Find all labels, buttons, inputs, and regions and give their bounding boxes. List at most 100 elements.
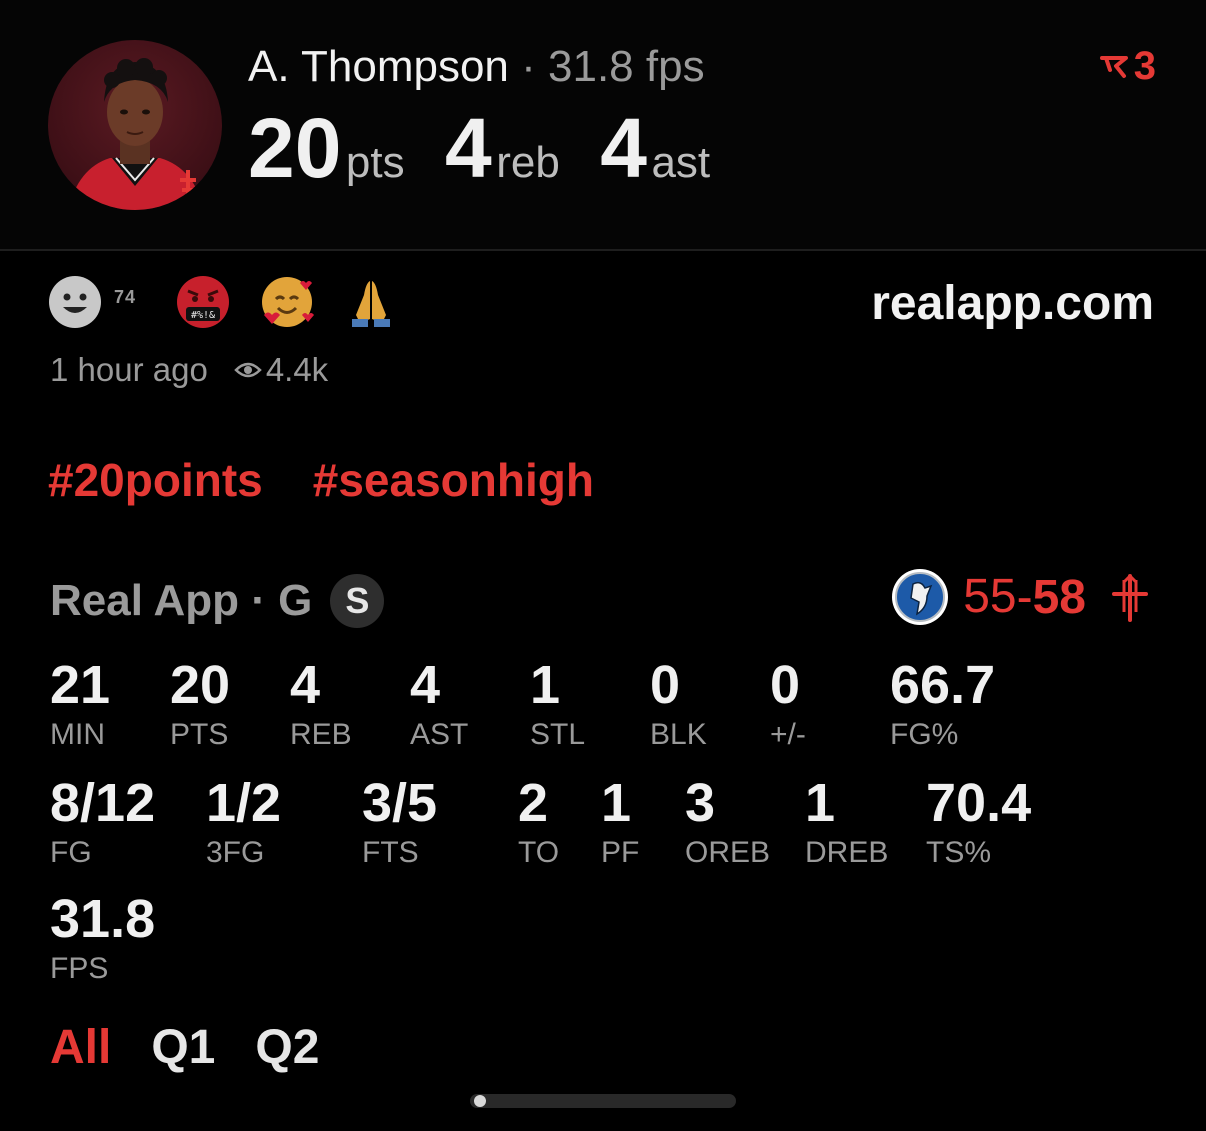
s-badge: S <box>330 574 385 628</box>
stat-label: FTS <box>362 836 419 869</box>
player-photo <box>68 58 204 210</box>
reb-unit: reb <box>496 138 560 187</box>
home-score: 58 <box>1032 570 1086 624</box>
stat-min: 21 MIN <box>50 656 110 752</box>
quarter-tabs: All Q1 Q2 <box>50 1020 319 1076</box>
tab-q1[interactable]: Q1 <box>151 1020 215 1076</box>
stat-reb: 4 REB <box>290 656 352 752</box>
stat-value: 1 <box>805 773 836 833</box>
stat-label: AST <box>410 718 469 751</box>
stat-fps: 31.8 FPS <box>50 890 155 986</box>
hashtag-seasonhigh[interactable]: #seasonhigh <box>313 452 594 508</box>
flag-badge[interactable]: 3 <box>1099 44 1156 88</box>
stat-value: 3 <box>685 773 716 833</box>
player-title: A. Thompson · 31.8 fps <box>248 42 705 92</box>
stat-value: 70.4 <box>926 773 1032 833</box>
headline-ast: 4 ast <box>600 102 710 194</box>
stat-value: 8/12 <box>50 773 156 833</box>
ast-unit: ast <box>651 138 711 187</box>
mavericks-logo-icon <box>892 569 949 625</box>
hashtag-20points[interactable]: #20points <box>48 452 263 508</box>
eye-icon <box>234 362 262 378</box>
game-title: Real App · G <box>50 576 313 625</box>
player-name[interactable]: A. Thompson <box>248 42 509 91</box>
headline-pts: 20 pts <box>248 102 405 194</box>
stat-value: 1 <box>601 773 632 833</box>
stat-label: PF <box>601 836 640 869</box>
stat-label: STL <box>530 718 586 751</box>
stat-3fg: 1/2 3FG <box>206 774 281 870</box>
game-score[interactable]: 55 - 58 <box>891 568 1152 626</box>
stat-label: OREB <box>685 836 771 869</box>
stat-label: FPS <box>50 952 109 985</box>
headline-stats: 20 pts 4 reb 4 ast <box>248 102 710 194</box>
stat-value: 20 <box>170 655 231 715</box>
flag-icon <box>1099 56 1128 78</box>
hashtag-list: #20points #seasonhigh <box>48 452 594 508</box>
stat-label: DREB <box>805 836 889 869</box>
stat-fg-pct: 66.7 FG% <box>890 656 995 752</box>
svg-text:#%!&: #%!& <box>191 310 215 321</box>
stat-plus-minus: 0 +/- <box>770 656 806 752</box>
blurred-scroll-indicator <box>470 1094 736 1108</box>
stat-dreb: 1 DREB <box>805 774 888 870</box>
stat-value: 4 <box>290 655 321 715</box>
stat-value: 1/2 <box>206 773 282 833</box>
stat-value: 1 <box>530 655 561 715</box>
player-avatar[interactable] <box>48 40 222 210</box>
header-divider <box>0 249 1206 251</box>
stat-label: +/- <box>770 718 806 751</box>
post-meta: 1 hour ago 4.4k <box>50 350 328 390</box>
reaction-count: 74 <box>114 286 137 307</box>
stat-label: REB <box>290 718 352 751</box>
stat-label: TO <box>518 836 560 869</box>
stat-label: 3FG <box>206 836 265 869</box>
reaction-bar: 74 #%!& <box>48 274 398 330</box>
away-score: 55 <box>963 570 1017 623</box>
stat-value: 0 <box>650 655 681 715</box>
reb-value: 4 <box>445 101 492 195</box>
stat-to: 2 TO <box>518 774 559 870</box>
stat-oreb: 3 OREB <box>685 774 770 870</box>
stat-value: 3/5 <box>362 773 438 833</box>
pts-unit: pts <box>345 138 405 187</box>
stat-value: 4 <box>410 655 441 715</box>
stat-label: TS% <box>926 836 992 869</box>
score-dash: - <box>1016 570 1033 624</box>
stat-label: FG <box>50 836 92 869</box>
rockets-logo-icon <box>1112 574 1148 622</box>
stat-label: MIN <box>50 718 105 751</box>
smile-icon[interactable] <box>48 275 102 329</box>
stat-label: BLK <box>650 718 707 751</box>
badge-count: 3 <box>1133 44 1156 88</box>
stat-label: FG% <box>890 718 959 751</box>
stat-ast: 4 AST <box>410 656 468 752</box>
ast-value: 4 <box>600 101 647 195</box>
stat-stl: 1 STL <box>530 656 585 752</box>
brand-link[interactable]: realapp.com <box>871 276 1154 332</box>
tab-all[interactable]: All <box>50 1020 111 1076</box>
stat-fg: 8/12 FG <box>50 774 155 870</box>
player-fps: 31.8 fps <box>548 42 705 91</box>
headline-reb: 4 reb <box>445 102 560 194</box>
stat-fts: 3/5 FTS <box>362 774 437 870</box>
post-time: 1 hour ago <box>50 351 208 388</box>
stat-value: 2 <box>518 773 549 833</box>
stat-ts-pct: 70.4 TS% <box>926 774 1031 870</box>
player-header: A. Thompson · 31.8 fps 20 pts 4 reb 4 as… <box>0 0 1206 250</box>
stat-label: PTS <box>170 718 229 751</box>
stat-value: 66.7 <box>890 655 996 715</box>
stat-value: 21 <box>50 655 111 715</box>
smiling-hearts-icon[interactable] <box>260 275 315 329</box>
stat-pts: 20 PTS <box>170 656 230 752</box>
title-separator: · <box>521 42 536 91</box>
game-header: Real App · G S <box>50 574 385 628</box>
stat-pf: 1 PF <box>601 774 639 870</box>
view-count: 4.4k <box>265 351 329 388</box>
pts-value: 20 <box>248 101 342 195</box>
cursing-face-icon[interactable]: #%!& <box>176 275 230 329</box>
stat-blk: 0 BLK <box>650 656 707 752</box>
tab-q2[interactable]: Q2 <box>255 1020 319 1076</box>
praying-hands-icon[interactable] <box>344 275 398 329</box>
stat-value: 0 <box>770 655 801 715</box>
